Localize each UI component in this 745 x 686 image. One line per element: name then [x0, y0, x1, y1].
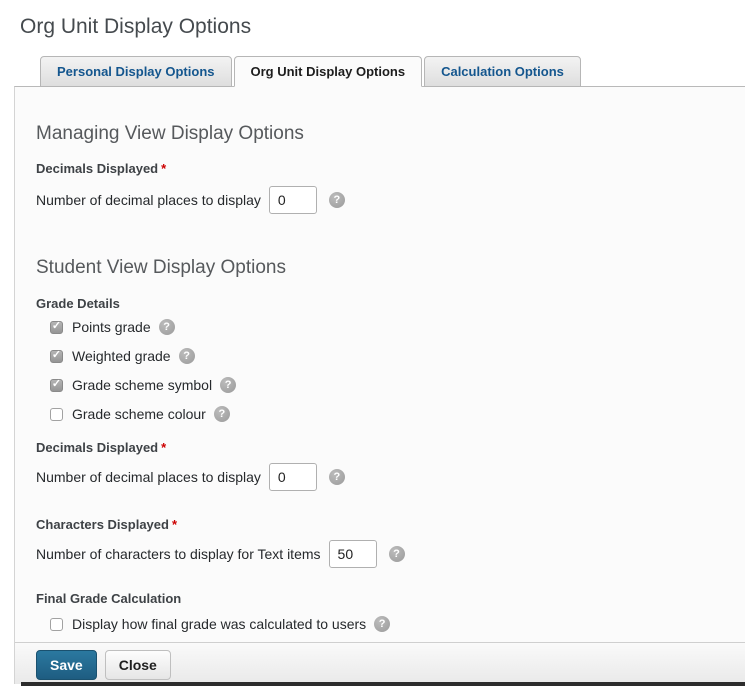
required-asterisk: *	[161, 161, 166, 176]
managing-decimals-input[interactable]	[269, 186, 317, 214]
student-decimals-input[interactable]	[269, 463, 317, 491]
weighted-grade-row: ✓ Weighted grade ?	[50, 345, 725, 367]
grade-scheme-symbol-row: ✓ Grade scheme symbol ?	[50, 374, 725, 396]
points-grade-checkbox[interactable]: ✓	[50, 321, 63, 334]
help-icon[interactable]: ?	[214, 406, 230, 422]
save-button[interactable]: Save	[36, 650, 97, 680]
checkmark-icon: ✓	[52, 350, 61, 361]
help-icon[interactable]: ?	[179, 348, 195, 364]
required-asterisk: *	[161, 440, 166, 455]
points-grade-checkbox-label[interactable]: Points grade	[72, 319, 151, 335]
tab-bar: Personal Display Options Org Unit Displa…	[40, 56, 745, 87]
help-icon[interactable]: ?	[389, 546, 405, 562]
characters-input[interactable]	[329, 540, 377, 568]
tab-panel-content: Managing View Display Options Decimals D…	[15, 87, 745, 635]
grade-scheme-colour-row: ✓ Grade scheme colour ?	[50, 403, 725, 425]
student-view-heading: Student View Display Options	[36, 257, 725, 279]
managing-decimals-label: Decimals Displayed*	[36, 161, 725, 177]
close-button[interactable]: Close	[105, 650, 171, 680]
tab-org-unit-display-options[interactable]: Org Unit Display Options	[234, 56, 423, 87]
page-title: Org Unit Display Options	[20, 14, 745, 40]
tab-panel: Managing View Display Options Decimals D…	[14, 86, 745, 684]
bottom-divider-bar	[21, 682, 745, 686]
checkmark-icon: ✓	[52, 379, 61, 390]
grade-scheme-symbol-checkbox[interactable]: ✓	[50, 379, 63, 392]
characters-field-label: Number of characters to display for Text…	[36, 546, 321, 562]
grade-scheme-colour-checkbox[interactable]: ✓	[50, 408, 63, 421]
characters-field-row: Number of characters to display for Text…	[36, 539, 725, 569]
final-grade-checkbox[interactable]: ✓	[50, 618, 63, 631]
help-icon[interactable]: ?	[159, 319, 175, 335]
final-grade-row: ✓ Display how final grade was calculated…	[50, 613, 725, 635]
tab-calculation-options[interactable]: Calculation Options	[424, 56, 581, 87]
grade-details-label: Grade Details	[36, 296, 725, 312]
grade-scheme-colour-checkbox-label[interactable]: Grade scheme colour	[72, 406, 206, 422]
managing-decimals-field-row: Number of decimal places to display ?	[36, 185, 725, 215]
characters-displayed-label: Characters Displayed*	[36, 517, 725, 533]
student-decimals-label: Decimals Displayed*	[36, 440, 725, 456]
student-decimals-label-text: Decimals Displayed	[36, 440, 158, 455]
managing-decimals-label-text: Decimals Displayed	[36, 161, 158, 176]
student-decimals-field-row: Number of decimal places to display ?	[36, 462, 725, 492]
required-asterisk: *	[172, 517, 177, 532]
tab-personal-display-options[interactable]: Personal Display Options	[40, 56, 232, 87]
org-unit-display-options-page: Org Unit Display Options Personal Displa…	[0, 0, 745, 686]
weighted-grade-checkbox-label[interactable]: Weighted grade	[72, 348, 171, 364]
help-icon[interactable]: ?	[329, 469, 345, 485]
grade-scheme-symbol-checkbox-label[interactable]: Grade scheme symbol	[72, 377, 212, 393]
action-footer: Save Close	[15, 642, 745, 684]
final-grade-calculation-label: Final Grade Calculation	[36, 591, 725, 607]
characters-displayed-label-text: Characters Displayed	[36, 517, 169, 532]
weighted-grade-checkbox[interactable]: ✓	[50, 350, 63, 363]
help-icon[interactable]: ?	[220, 377, 236, 393]
managing-view-heading: Managing View Display Options	[36, 123, 725, 145]
checkmark-icon: ✓	[52, 321, 61, 332]
student-decimals-field-label: Number of decimal places to display	[36, 469, 261, 485]
title-block: Org Unit Display Options Personal Displa…	[0, 0, 745, 87]
points-grade-row: ✓ Points grade ?	[50, 316, 725, 338]
managing-decimals-field-label: Number of decimal places to display	[36, 192, 261, 208]
help-icon[interactable]: ?	[329, 192, 345, 208]
final-grade-checkbox-label[interactable]: Display how final grade was calculated t…	[72, 616, 366, 632]
help-icon[interactable]: ?	[374, 616, 390, 632]
